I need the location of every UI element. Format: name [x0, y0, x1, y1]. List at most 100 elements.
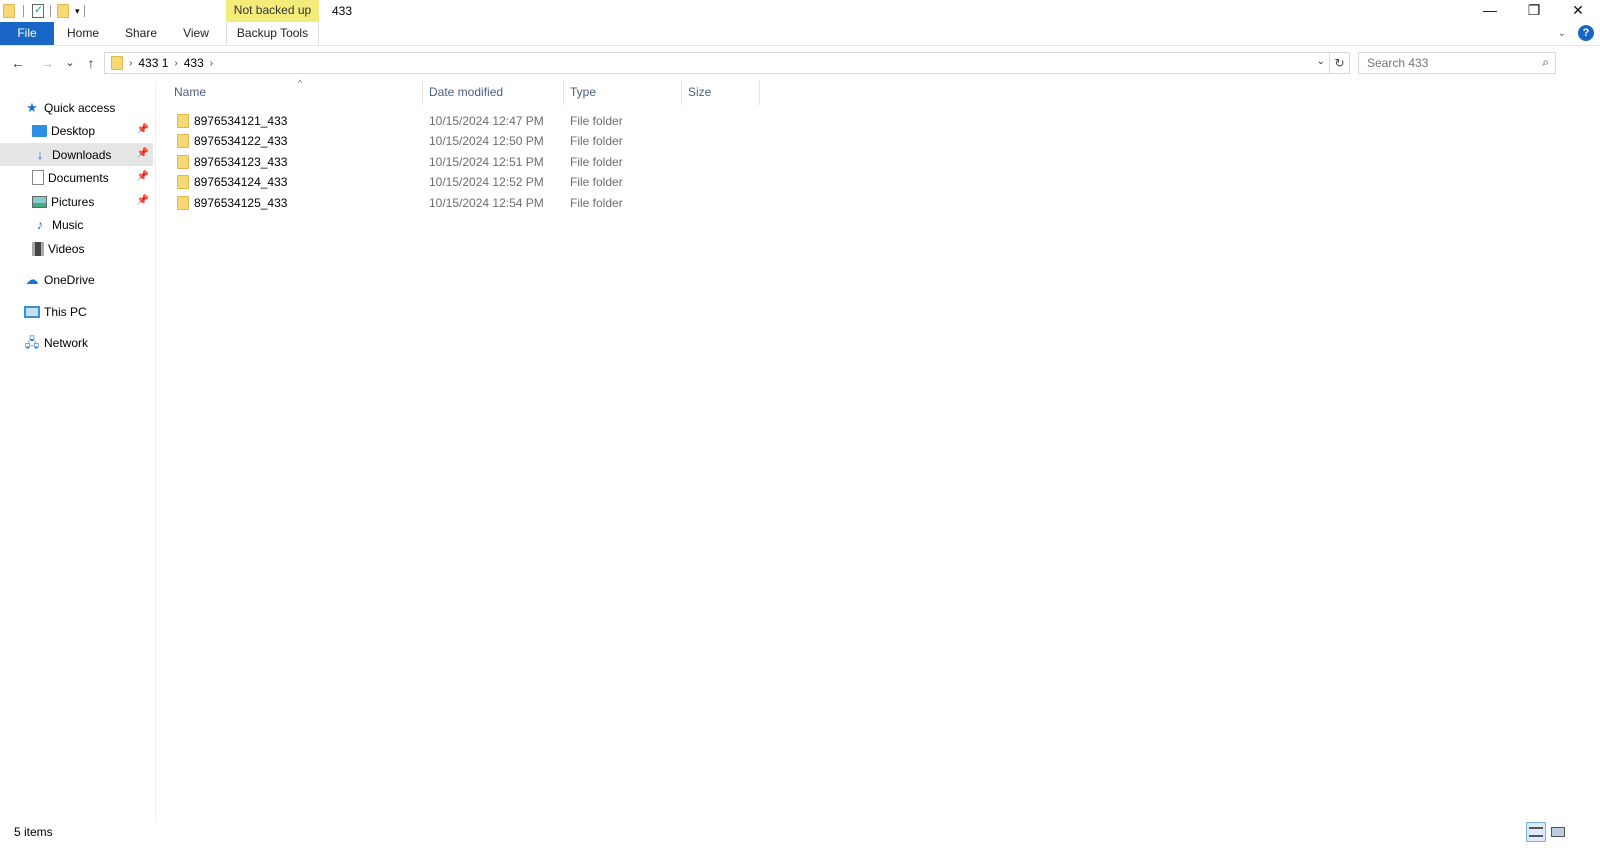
forward-button[interactable]: →: [37, 53, 57, 73]
ribbon-tabs: File Home Share View Backup Tools ⌄ ?: [0, 22, 1600, 46]
column-header-size[interactable]: Size: [682, 80, 760, 105]
tab-share[interactable]: Share: [118, 22, 164, 45]
folder-icon: [177, 134, 189, 148]
restore-button[interactable]: ❐: [1512, 0, 1556, 22]
expand-ribbon-icon[interactable]: ⌄: [1558, 28, 1566, 39]
pin-icon[interactable]: 📌: [137, 195, 149, 206]
sort-ascending-icon: ^: [298, 78, 303, 88]
close-button[interactable]: ✕: [1556, 0, 1600, 22]
breadcrumb-433-1[interactable]: 433 1: [138, 56, 168, 70]
folder-icon: [177, 175, 189, 189]
navigation-pane: ★ Quick access Desktop 📌 ↓ Downloads 📌 D…: [0, 82, 156, 822]
nav-item-label: Pictures: [51, 194, 95, 209]
search-box[interactable]: ⌕: [1358, 52, 1556, 74]
nav-quick-access[interactable]: ★ Quick access: [0, 96, 153, 119]
window-title: 433: [332, 4, 353, 18]
pin-icon[interactable]: 📌: [137, 148, 149, 159]
search-input[interactable]: [1359, 53, 1529, 73]
nav-music[interactable]: ♪ Music: [0, 213, 153, 236]
nav-videos[interactable]: Videos: [0, 237, 153, 260]
nav-onedrive[interactable]: ☁ OneDrive: [0, 268, 153, 291]
table-row[interactable]: 8976534124_433 10/15/2024 12:52 PM File …: [160, 172, 760, 192]
toolbar-separator: [50, 5, 51, 17]
item-count: 5 items: [14, 825, 53, 839]
minimize-button[interactable]: —: [1468, 0, 1512, 22]
search-icon[interactable]: ⌕: [1542, 55, 1549, 70]
documents-icon: [32, 170, 44, 185]
large-icons-view-button[interactable]: [1548, 822, 1568, 842]
status-bar: 5 items: [0, 822, 1600, 844]
large-icons-view-icon: [1551, 827, 1565, 837]
file-type: File folder: [570, 114, 623, 128]
nav-documents[interactable]: Documents 📌: [0, 166, 153, 189]
column-header-name[interactable]: Name ^: [168, 78, 423, 105]
address-bar[interactable]: › 433 1 › 433 › ⌄: [104, 52, 1330, 74]
folder-icon: [177, 155, 189, 169]
title-bar: ▾ Not backed up 433 — ❐ ✕: [0, 0, 1600, 22]
nav-item-label: Network: [44, 335, 89, 350]
nav-item-label: Documents: [48, 170, 109, 185]
file-date: 10/15/2024 12:51 PM: [429, 155, 544, 169]
details-view-button[interactable]: [1526, 822, 1546, 842]
star-icon: ★: [26, 99, 38, 115]
context-tab-header: Not backed up: [226, 0, 319, 22]
file-type: File folder: [570, 196, 623, 210]
table-row[interactable]: 8976534122_433 10/15/2024 12:50 PM File …: [160, 131, 760, 151]
ribbon-right-controls: ⌄ ?: [1558, 25, 1594, 41]
chevron-down-icon[interactable]: ⌄: [1317, 56, 1325, 67]
pictures-icon: [32, 195, 47, 208]
chevron-right-icon[interactable]: ›: [129, 58, 132, 69]
window-controls: — ❐ ✕: [1468, 0, 1600, 22]
table-row[interactable]: 8976534125_433 10/15/2024 12:54 PM File …: [160, 193, 760, 213]
file-name: 8976534123_433: [194, 155, 288, 169]
toolbar-separator: [83, 5, 85, 17]
file-name: 8976534121_433: [194, 114, 288, 128]
nav-network[interactable]: 🖧 Network: [0, 331, 153, 354]
back-button[interactable]: ←: [8, 53, 28, 73]
column-header-date-modified[interactable]: Date modified: [423, 80, 564, 105]
videos-icon: [32, 241, 44, 256]
file-date: 10/15/2024 12:47 PM: [429, 114, 544, 128]
table-row[interactable]: 8976534121_433 10/15/2024 12:47 PM File …: [160, 111, 760, 131]
file-name: 8976534125_433: [194, 196, 288, 210]
toolbar-separator: [23, 5, 24, 17]
nav-downloads[interactable]: ↓ Downloads 📌: [0, 143, 153, 166]
column-header-label: Name: [174, 85, 207, 99]
tab-home[interactable]: Home: [60, 22, 106, 45]
table-row[interactable]: 8976534123_433 10/15/2024 12:51 PM File …: [160, 152, 760, 172]
folder-icon: [177, 196, 189, 210]
pin-icon[interactable]: 📌: [137, 171, 149, 182]
file-type: File folder: [570, 155, 623, 169]
file-date: 10/15/2024 12:54 PM: [429, 196, 544, 210]
file-type: File folder: [570, 175, 623, 189]
file-date: 10/15/2024 12:52 PM: [429, 175, 544, 189]
tab-file[interactable]: File: [0, 22, 54, 45]
download-icon: ↓: [36, 146, 44, 162]
network-icon: 🖧: [24, 334, 40, 350]
tab-backup-tools[interactable]: Backup Tools: [226, 22, 319, 45]
customize-toolbar-icon[interactable]: ▾: [75, 6, 80, 17]
nav-pictures[interactable]: Pictures 📌: [0, 190, 153, 213]
nav-desktop[interactable]: Desktop 📌: [0, 119, 153, 142]
nav-item-label: Quick access: [44, 100, 116, 115]
file-date: 10/15/2024 12:50 PM: [429, 134, 544, 148]
file-name: 8976534122_433: [194, 134, 288, 148]
breadcrumb-433[interactable]: 433: [184, 56, 204, 70]
recent-locations-button[interactable]: ⌄: [60, 53, 80, 73]
nav-item-label: Desktop: [51, 123, 96, 138]
music-icon: ♪: [36, 216, 44, 232]
chevron-right-icon[interactable]: ›: [174, 58, 177, 69]
up-button[interactable]: ↑: [81, 53, 101, 73]
view-toggles: [1526, 822, 1568, 842]
tab-view[interactable]: View: [174, 22, 218, 45]
help-icon[interactable]: ?: [1578, 25, 1594, 41]
folder-icon: [3, 4, 15, 18]
chevron-right-icon[interactable]: ›: [210, 58, 213, 69]
properties-icon[interactable]: [32, 3, 44, 18]
quick-access-toolbar: ▾: [0, 0, 89, 22]
nav-this-pc[interactable]: This PC: [0, 300, 153, 323]
pin-icon[interactable]: 📌: [137, 124, 149, 135]
refresh-button[interactable]: ↻: [1330, 52, 1350, 74]
new-folder-icon[interactable]: [57, 4, 69, 18]
column-header-type[interactable]: Type: [564, 80, 682, 105]
